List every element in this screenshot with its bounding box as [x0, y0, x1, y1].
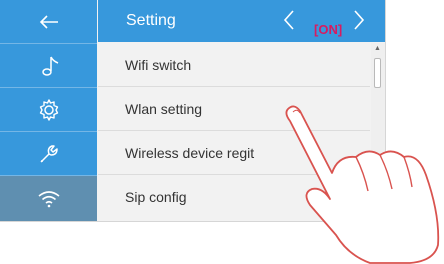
- network-settings-button[interactable]: [0, 176, 97, 221]
- sidebar: [0, 0, 97, 221]
- tools-settings-button[interactable]: [0, 132, 97, 176]
- prev-page-button[interactable]: [282, 5, 296, 39]
- chevron-right-icon: [354, 10, 365, 30]
- page-title: Setting: [126, 12, 176, 29]
- next-page-button[interactable]: [352, 5, 366, 39]
- pointing-hand-icon: [285, 105, 440, 264]
- gear-icon: [39, 98, 58, 121]
- back-button[interactable]: [0, 0, 97, 44]
- chevron-left-icon: [283, 10, 294, 30]
- list-item-label: Wlan setting: [125, 101, 203, 117]
- music-note-icon: [41, 56, 58, 76]
- scroll-up-arrow-icon[interactable]: ▲: [374, 45, 381, 52]
- wrench-icon: [39, 144, 58, 163]
- status-badge: [ON]: [314, 22, 343, 37]
- back-arrow-icon: [39, 14, 58, 29]
- list-item-label: Wireless device regit: [125, 145, 255, 161]
- general-settings-button[interactable]: [0, 88, 97, 132]
- header-bar: Setting [ON]: [98, 0, 385, 42]
- scrollbar-thumb[interactable]: [374, 58, 381, 88]
- list-item-label: Sip config: [125, 189, 187, 205]
- wifi-icon: [38, 190, 59, 207]
- list-item-wifi-switch[interactable]: Wifi switch: [98, 43, 370, 87]
- list-item-label: Wifi switch: [125, 57, 192, 73]
- sound-settings-button[interactable]: [0, 44, 97, 88]
